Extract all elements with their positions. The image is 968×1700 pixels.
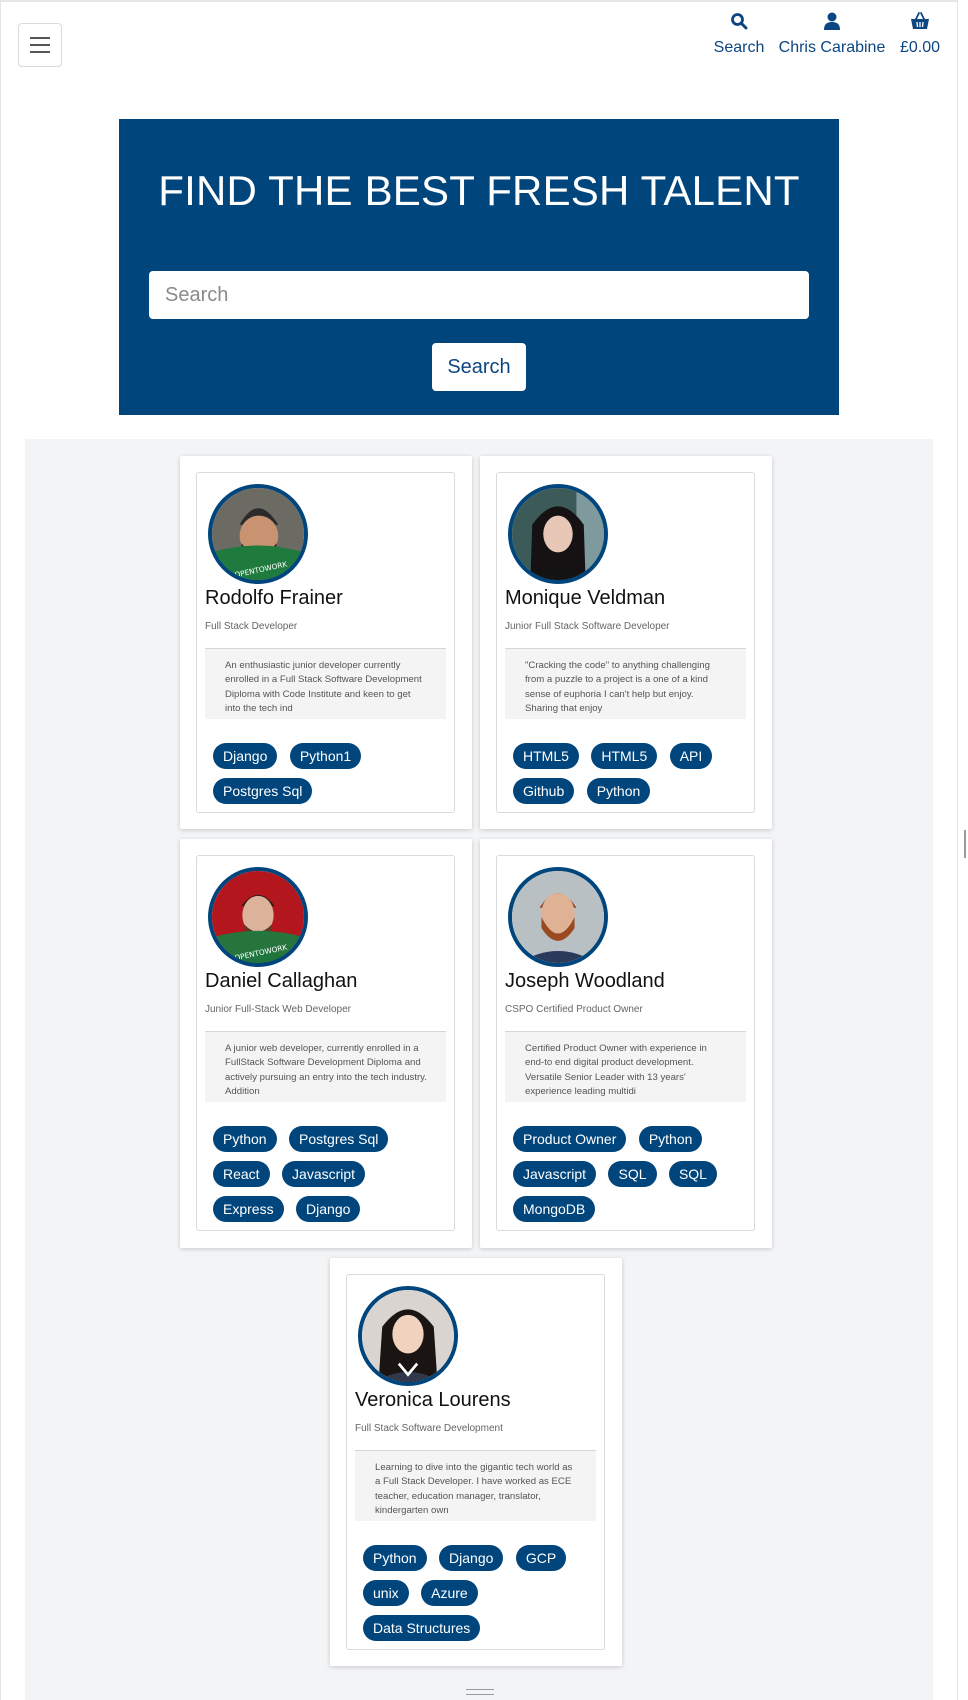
user-icon: [778, 12, 886, 36]
skill-tags: Python Postgres Sql React Javascript Exp…: [213, 1126, 443, 1231]
skill-tag[interactable]: Python: [586, 778, 651, 804]
profile-avatar: [508, 867, 608, 967]
profile-role: Full Stack Software Development: [355, 1423, 503, 1434]
skill-tag[interactable]: MongoDB: [513, 1196, 596, 1222]
profile-card[interactable]: #OPENTOWORK Rodolfo Frainer Full Stack D…: [180, 456, 472, 829]
hero-title: FIND THE BEST FRESH TALENT: [158, 167, 800, 214]
profile-bio: Learning to dive into the gigantic tech …: [355, 1451, 596, 1521]
profile-avatar: #OPENTOWORK: [208, 867, 308, 967]
skill-tag[interactable]: HTML5: [591, 743, 658, 769]
skill-tag[interactable]: API: [669, 743, 713, 769]
hero-search-panel: FIND THE BEST FRESH TALENT Search: [119, 119, 839, 415]
skill-tag[interactable]: Product Owner: [513, 1126, 627, 1152]
talent-search-input[interactable]: [149, 271, 809, 319]
profile-card-body: Joseph Woodland CSPO Certified Product O…: [496, 855, 755, 1231]
profile-name: Monique Veldman: [505, 587, 666, 609]
profile-grid: #OPENTOWORK Rodolfo Frainer Full Stack D…: [25, 439, 933, 1700]
profile-card-body: #OPENTOWORK Daniel Callaghan Junior Full…: [196, 855, 455, 1231]
profile-name: Rodolfo Frainer: [205, 587, 343, 609]
skill-tag[interactable]: GCP: [515, 1545, 567, 1571]
skill-tag[interactable]: React: [213, 1161, 270, 1187]
profile-bio: A junior web developer, currently enroll…: [205, 1032, 446, 1102]
nav-bag-total: £0.00: [899, 39, 941, 56]
skill-tag[interactable]: Django: [296, 1196, 361, 1222]
menu-toggle-button[interactable]: [18, 23, 62, 67]
skill-tag[interactable]: unix: [363, 1580, 409, 1606]
profile-bio: "Cracking the code" to anything challeng…: [505, 649, 746, 719]
skill-tag[interactable]: Python1: [289, 743, 362, 769]
profile-card[interactable]: Veronica Lourens Full Stack Software Dev…: [330, 1258, 622, 1666]
profile-card[interactable]: Monique Veldman Junior Full Stack Softwa…: [480, 456, 772, 829]
profile-avatar: [508, 484, 608, 584]
nav-bag-link[interactable]: £0.00: [896, 12, 944, 58]
profile-card-body: #OPENTOWORK Rodolfo Frainer Full Stack D…: [196, 472, 455, 813]
resize-grip-icon[interactable]: [466, 1689, 494, 1695]
skill-tag[interactable]: Javascript: [513, 1161, 597, 1187]
profile-role: CSPO Certified Product Owner: [505, 1004, 643, 1015]
profile-name: Daniel Callaghan: [205, 970, 358, 992]
skill-tag[interactable]: Django: [439, 1545, 504, 1571]
profile-card[interactable]: Joseph Woodland CSPO Certified Product O…: [480, 839, 772, 1248]
skill-tag[interactable]: Django: [213, 743, 278, 769]
nav-account-link[interactable]: Chris Carabine: [778, 12, 886, 58]
skill-tag[interactable]: SQL: [668, 1161, 717, 1187]
profile-card-body: Veronica Lourens Full Stack Software Dev…: [346, 1274, 605, 1650]
search-button[interactable]: Search: [432, 343, 526, 391]
basket-icon: [896, 12, 944, 36]
skill-tag[interactable]: Python: [638, 1126, 703, 1152]
skill-tag[interactable]: HTML5: [513, 743, 579, 769]
skill-tags: Python Django GCP unix Azure Data Struct…: [363, 1545, 593, 1650]
profile-role: Full Stack Developer: [205, 621, 298, 632]
profile-avatar: #OPENTOWORK: [208, 484, 308, 584]
profile-avatar: [358, 1286, 458, 1386]
skill-tag[interactable]: Github: [513, 778, 575, 804]
nav-account-label: Chris Carabine: [778, 39, 886, 56]
profile-bio: An enthusiastic junior developer current…: [205, 649, 446, 719]
skill-tag[interactable]: Express: [213, 1196, 284, 1222]
navbar: Search Chris Carabine £0.00: [0, 0, 958, 100]
nav-search-link[interactable]: Search: [712, 12, 766, 58]
skill-tags: Product Owner Python Javascript SQL SQL …: [513, 1126, 743, 1231]
skill-tag[interactable]: Javascript: [282, 1161, 366, 1187]
profile-bio: Certified Product Owner with experience …: [505, 1032, 746, 1102]
skill-tag[interactable]: SQL: [608, 1161, 657, 1187]
menu-icon: [30, 37, 50, 39]
profile-role: Junior Full-Stack Web Developer: [205, 1004, 351, 1015]
nav-search-label: Search: [713, 39, 765, 56]
skill-tags: Django Python1 Postgres Sql: [213, 743, 443, 813]
skill-tag[interactable]: Python: [213, 1126, 277, 1152]
profile-name: Veronica Lourens: [355, 1389, 511, 1411]
skill-tags: HTML5 HTML5 API Github Python: [513, 743, 743, 813]
skill-tag[interactable]: Postgres Sql: [213, 778, 313, 804]
search-icon: [712, 12, 766, 36]
skill-tag[interactable]: Python: [363, 1545, 427, 1571]
skill-tag[interactable]: Postgres Sql: [289, 1126, 389, 1152]
scrollbar-handle[interactable]: [964, 830, 966, 858]
skill-tag[interactable]: Data Structures: [363, 1615, 481, 1641]
profile-card-body: Monique Veldman Junior Full Stack Softwa…: [496, 472, 755, 813]
profile-card[interactable]: #OPENTOWORK Daniel Callaghan Junior Full…: [180, 839, 472, 1248]
skill-tag[interactable]: Azure: [421, 1580, 478, 1606]
profile-name: Joseph Woodland: [505, 970, 665, 992]
profile-role: Junior Full Stack Software Developer: [505, 621, 670, 632]
